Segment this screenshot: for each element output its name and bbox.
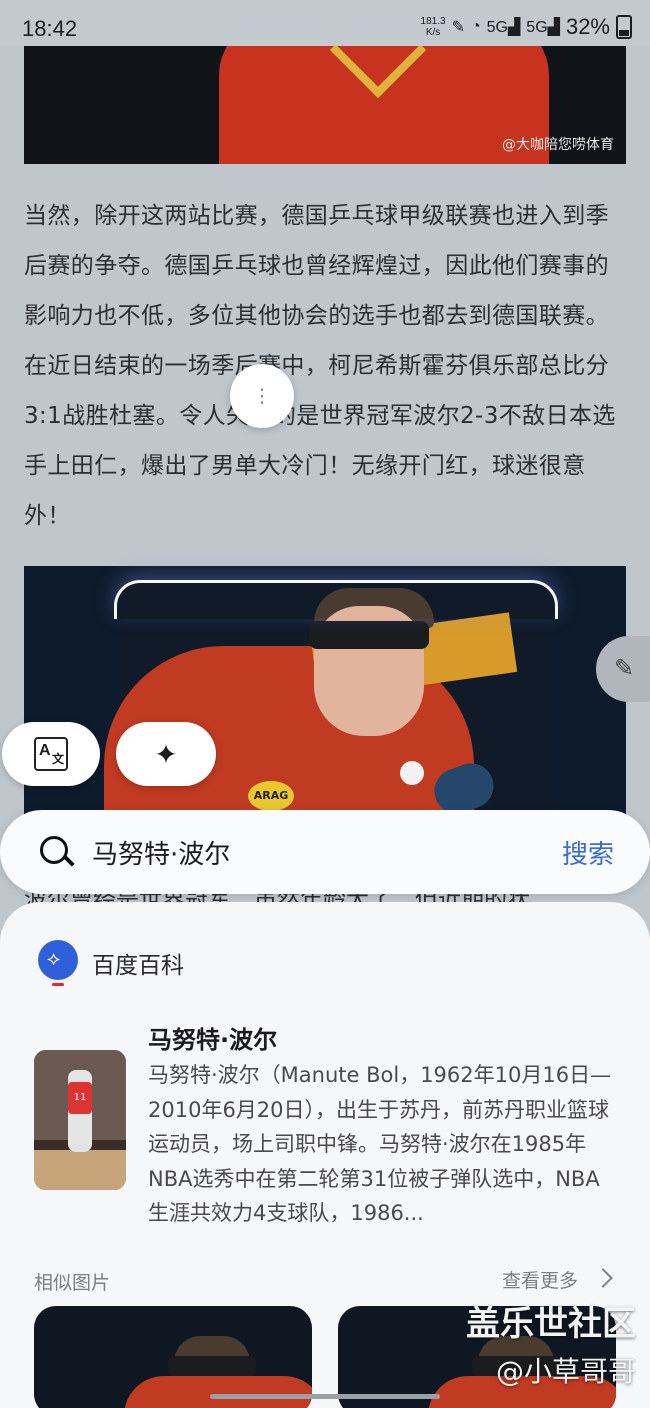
see-more-label: 查看更多 bbox=[501, 1270, 578, 1292]
status-bar: 18:42 181.3 K/s ✎ ◔ 5G▟ 5G▟ 32% bbox=[0, 0, 650, 46]
search-bar[interactable]: 马努特·波尔 搜索 bbox=[0, 810, 650, 894]
network-speed: 181.3 K/s bbox=[421, 16, 446, 38]
translate-icon: A文 bbox=[34, 737, 68, 771]
watermark-author: @小草哥哥 bbox=[495, 1355, 636, 1388]
network-speed-value: 181.3 bbox=[420, 16, 446, 27]
pen-status-icon: ✎ bbox=[451, 19, 465, 36]
result-description[interactable]: 马努特·波尔（Manute Bol，1962年10月16日—2010年6月20日… bbox=[148, 1058, 614, 1230]
result-source: 百度百科 bbox=[92, 953, 184, 979]
search-button[interactable]: 搜索 bbox=[562, 834, 614, 871]
selection-frame[interactable] bbox=[114, 580, 558, 619]
home-indicator[interactable] bbox=[210, 1394, 440, 1399]
network-speed-unit: K/s bbox=[425, 27, 441, 38]
battery-percent: 32% bbox=[565, 14, 610, 39]
article-paragraph: 当然，除开这两站比赛，德国乒乓球甲级联赛也进入到季后赛的争夺。德国乒乓球也曾经辉… bbox=[24, 203, 616, 529]
translate-button[interactable]: A文 bbox=[2, 722, 100, 786]
more-button[interactable]: ⋮ bbox=[230, 364, 294, 428]
ai-button[interactable]: ✦ bbox=[116, 722, 216, 786]
see-more-link[interactable]: 查看更多 bbox=[501, 1266, 613, 1293]
signal-label-1: 5G bbox=[486, 19, 508, 36]
battery-icon bbox=[616, 15, 632, 39]
sponsor-logo: ARAG bbox=[248, 781, 294, 811]
image-caption: @大咖陪您唠体育 bbox=[502, 137, 614, 153]
jersey-number: 11 bbox=[68, 1082, 92, 1114]
search-query[interactable]: 马努特·波尔 bbox=[92, 834, 230, 871]
signal-label-2: 5G bbox=[526, 19, 548, 36]
baidu-baike-icon: ⟡ bbox=[38, 940, 78, 986]
chevron-right-icon bbox=[593, 1268, 613, 1288]
result-thumbnail[interactable]: 11 bbox=[34, 1050, 126, 1190]
sparkle-icon: ✦ bbox=[154, 737, 178, 771]
signal-icon-2: 5G▟ bbox=[526, 19, 560, 36]
search-icon bbox=[40, 836, 68, 864]
player-jersey bbox=[219, 46, 549, 164]
pencil-icon: ✎ bbox=[614, 654, 635, 682]
result-title[interactable]: 马努特·波尔 bbox=[148, 1020, 277, 1055]
article-image-top: @大咖陪您唠体育 bbox=[24, 46, 626, 164]
more-vertical-icon: ⋮ bbox=[252, 385, 272, 407]
ping-pong-ball bbox=[400, 761, 424, 785]
player-headband bbox=[309, 621, 429, 649]
signal-icon-1: 5G▟ bbox=[486, 19, 521, 36]
similar-images-label: 相似图片 bbox=[34, 1272, 111, 1294]
status-icons: 181.3 K/s ✎ ◔ 5G▟ 5G▟ 32% bbox=[421, 14, 632, 40]
watermark-title: 盖乐世社区 bbox=[466, 1304, 636, 1344]
similar-image-1[interactable] bbox=[34, 1306, 312, 1408]
wifi-icon: ◔ bbox=[470, 18, 481, 35]
clock: 18:42 bbox=[22, 16, 78, 41]
